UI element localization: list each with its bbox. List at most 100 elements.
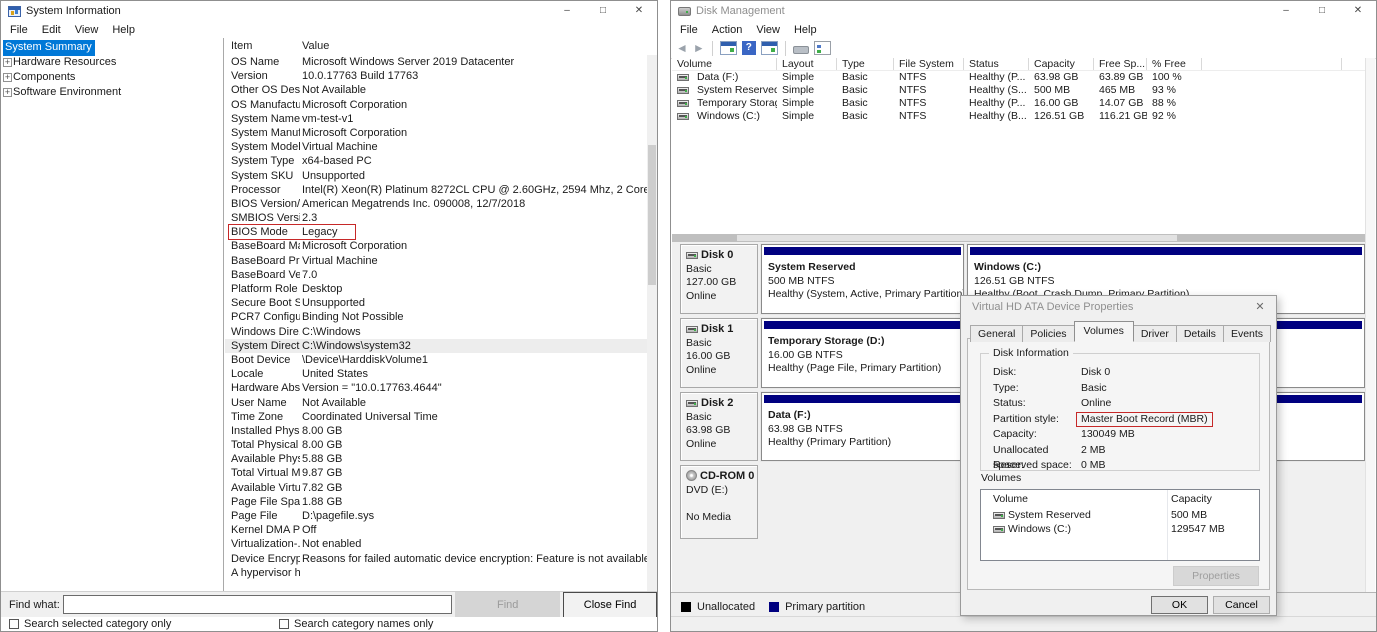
- si-list-row[interactable]: BaseBoard Ver... 7.0: [225, 268, 647, 282]
- dialog-tab[interactable]: Policies: [1022, 325, 1074, 342]
- si-list-row[interactable]: Boot Device \Device\HarddiskVolume1: [225, 353, 647, 367]
- refresh-disk-icon[interactable]: [793, 46, 809, 54]
- column-header-item[interactable]: Item: [225, 38, 300, 55]
- scrollbar-thumb[interactable]: [737, 235, 1177, 241]
- expand-plus-icon[interactable]: +: [3, 58, 12, 67]
- close-icon[interactable]: ✕: [621, 1, 657, 21]
- disk1-label[interactable]: Disk 1 Basic 16.00 GB Online: [680, 318, 758, 388]
- si-list-row[interactable]: Page File D:\pagefile.sys: [225, 509, 647, 523]
- tree-item-system-summary[interactable]: System Summary: [3, 40, 95, 56]
- si-list-row[interactable]: OS Name Microsoft Windows Server 2019 Da…: [225, 55, 647, 69]
- col-volume[interactable]: Volume: [672, 58, 777, 70]
- si-list-row[interactable]: Version 10.0.17763 Build 17763: [225, 69, 647, 83]
- si-list-row[interactable]: Total Physical ... 8.00 GB: [225, 438, 647, 452]
- disk2-label[interactable]: Disk 2 Basic 63.98 GB Online: [680, 392, 758, 461]
- menu-item[interactable]: Action: [705, 23, 750, 37]
- menu-item[interactable]: File: [3, 23, 35, 37]
- volume-row[interactable]: Data (F:) Simple Basic NTFS Healthy (P..…: [672, 71, 1375, 84]
- si-list-row[interactable]: System Model Virtual Machine: [225, 140, 647, 154]
- find-what-input[interactable]: [63, 595, 452, 614]
- si-list-row[interactable]: System Manuf... Microsoft Corporation: [225, 126, 647, 140]
- si-list-row[interactable]: Virtualization-... Not enabled: [225, 537, 647, 551]
- si-list-row[interactable]: Platform Role Desktop: [225, 282, 647, 296]
- cancel-button[interactable]: Cancel: [1213, 596, 1270, 614]
- maximize-icon[interactable]: □: [585, 1, 621, 21]
- disk0-label[interactable]: Disk 0 Basic 127.00 GB Online: [680, 244, 758, 314]
- col-capacity[interactable]: Capacity: [1029, 58, 1094, 70]
- properties-list-icon[interactable]: [814, 41, 831, 55]
- si-list-row[interactable]: Secure Boot St... Unsupported: [225, 296, 647, 310]
- column-header-value[interactable]: Value: [300, 38, 657, 55]
- show-console-tree-icon[interactable]: [720, 41, 737, 55]
- find-button[interactable]: Find: [455, 592, 560, 618]
- minimize-icon[interactable]: –: [1268, 1, 1304, 21]
- menu-item[interactable]: Help: [787, 23, 824, 37]
- si-list-row[interactable]: Processor Intel(R) Xeon(R) Platinum 8272…: [225, 183, 647, 197]
- scrollbar-thumb[interactable]: [648, 145, 656, 285]
- volume-row[interactable]: Temporary Storag... Simple Basic NTFS He…: [672, 97, 1375, 110]
- col-pct-free[interactable]: % Free: [1147, 58, 1202, 70]
- vertical-scrollbar[interactable]: [647, 55, 657, 591]
- si-list-row[interactable]: BaseBoard Pro... Virtual Machine: [225, 254, 647, 268]
- col-type[interactable]: Type: [837, 58, 894, 70]
- help-icon[interactable]: ?: [742, 41, 756, 55]
- vertical-scrollbar[interactable]: [1365, 58, 1375, 592]
- col-file-system[interactable]: File System: [894, 58, 964, 70]
- tree-item[interactable]: +Components: [2, 70, 223, 85]
- si-list-row[interactable]: Locale United States: [225, 367, 647, 381]
- si-list-row[interactable]: Kernel DMA Pr... Off: [225, 523, 647, 537]
- si-list-row[interactable]: Installed Physi... 8.00 GB: [225, 424, 647, 438]
- si-list-row[interactable]: System Type x64-based PC: [225, 154, 647, 168]
- col-volume[interactable]: Volume: [993, 490, 1171, 508]
- search-category-names-checkbox[interactable]: [279, 619, 289, 629]
- ok-button[interactable]: OK: [1151, 596, 1208, 614]
- volume-row[interactable]: System Reserved Simple Basic NTFS Health…: [672, 84, 1375, 97]
- si-list-row[interactable]: System Direct... C:\Windows\system32: [225, 339, 647, 353]
- dialog-tab[interactable]: Volumes: [1074, 321, 1134, 342]
- si-list-row[interactable]: System SKU Unsupported: [225, 169, 647, 183]
- dm-titlebar[interactable]: Disk Management – □ ✕: [671, 1, 1376, 21]
- dialog-volume-row[interactable]: Windows (C:) 129547 MB: [981, 522, 1259, 536]
- menu-item[interactable]: View: [68, 23, 106, 37]
- show-action-pane-icon[interactable]: [761, 41, 778, 55]
- dialog-tab[interactable]: Driver: [1133, 325, 1177, 342]
- close-icon[interactable]: ✕: [1253, 300, 1267, 314]
- horizontal-scrollbar[interactable]: [672, 234, 1375, 242]
- dialog-volume-row[interactable]: System Reserved 500 MB: [981, 508, 1259, 522]
- si-list-row[interactable]: User Name Not Available: [225, 396, 647, 410]
- maximize-icon[interactable]: □: [1304, 1, 1340, 21]
- close-find-button[interactable]: Close Find: [563, 592, 657, 618]
- tree-item[interactable]: +Software Environment: [2, 85, 223, 100]
- cdrom0-label[interactable]: CD-ROM 0 DVD (E:) No Media: [680, 465, 758, 539]
- menu-item[interactable]: View: [749, 23, 787, 37]
- si-list-row[interactable]: PCR7 Configur... Binding Not Possible: [225, 310, 647, 324]
- col-capacity[interactable]: Capacity: [1171, 490, 1212, 508]
- back-icon[interactable]: ◄: [676, 41, 688, 55]
- properties-button[interactable]: Properties: [1173, 566, 1259, 586]
- si-list-row[interactable]: SMBIOS Version 2.3: [225, 211, 647, 225]
- menu-item[interactable]: File: [673, 23, 705, 37]
- close-icon[interactable]: ✕: [1340, 1, 1376, 21]
- si-list-row[interactable]: Available Virtu... 7.82 GB: [225, 481, 647, 495]
- volume-row[interactable]: Windows (C:) Simple Basic NTFS Healthy (…: [672, 110, 1375, 123]
- dialog-tab[interactable]: General: [970, 325, 1023, 342]
- expand-plus-icon[interactable]: +: [3, 73, 12, 82]
- col-layout[interactable]: Layout: [777, 58, 837, 70]
- si-list-row[interactable]: A hypervisor h...: [225, 566, 647, 580]
- menu-item[interactable]: Edit: [35, 23, 68, 37]
- si-titlebar[interactable]: System Information – □ ✕: [1, 1, 657, 21]
- dialog-tab[interactable]: Events: [1223, 325, 1271, 342]
- si-list-row[interactable]: BIOS Mode Legacy: [225, 225, 647, 239]
- search-selected-category-checkbox[interactable]: [9, 619, 19, 629]
- si-list-row[interactable]: Windows Dire... C:\Windows: [225, 325, 647, 339]
- forward-icon[interactable]: ►: [693, 41, 705, 55]
- partition-system-reserved[interactable]: System Reserved 500 MB NTFS Healthy (Sys…: [761, 244, 964, 314]
- si-list-row[interactable]: Device Encrypt... Reasons for failed aut…: [225, 552, 647, 566]
- si-list-row[interactable]: BaseBoard Ma... Microsoft Corporation: [225, 239, 647, 253]
- si-list-row[interactable]: System Name vm-test-v1: [225, 112, 647, 126]
- dialog-tab[interactable]: Details: [1176, 325, 1224, 342]
- si-list-row[interactable]: Total Virtual M... 9.87 GB: [225, 466, 647, 480]
- si-list-row[interactable]: Page File Space 1.88 GB: [225, 495, 647, 509]
- tree-item[interactable]: +Hardware Resources: [2, 55, 223, 70]
- si-list-row[interactable]: Hardware Abs... Version = "10.0.17763.46…: [225, 381, 647, 395]
